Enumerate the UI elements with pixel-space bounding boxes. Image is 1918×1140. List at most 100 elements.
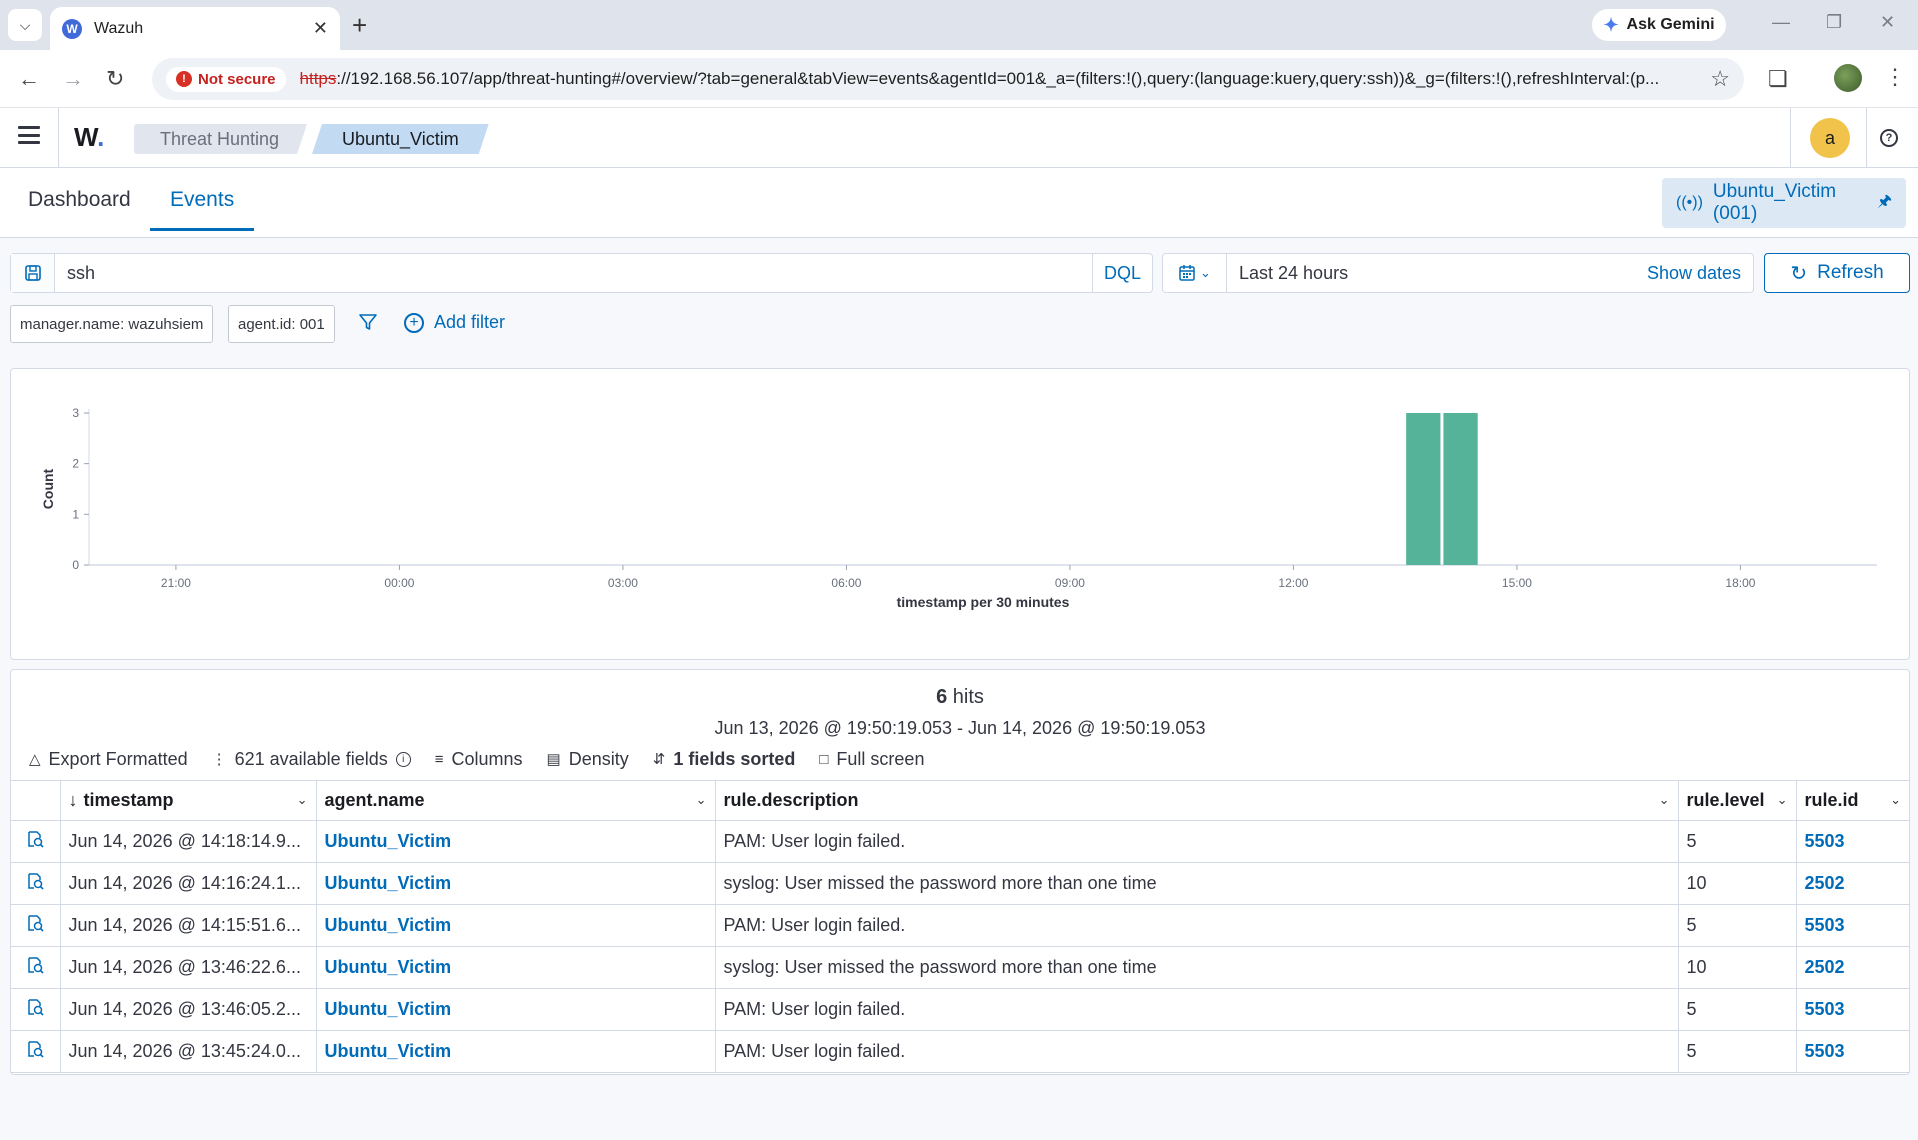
cell-agent-name-link[interactable]: Ubuntu_Victim — [316, 862, 716, 905]
y-tick-label: 0 — [72, 558, 79, 572]
forward-arrow-icon[interactable]: → — [62, 66, 84, 92]
cell-rule-id-link[interactable]: 5503 — [1796, 904, 1909, 947]
refresh-icon: ↻ — [1790, 262, 1808, 285]
tab-search-button[interactable]: ⌵ — [8, 9, 42, 41]
add-filter-button[interactable]: + Add filter — [404, 312, 505, 333]
refresh-button[interactable]: ↻ Refresh — [1764, 253, 1910, 293]
tab-dashboard[interactable]: Dashboard — [28, 188, 131, 228]
search-input[interactable]: ssh — [67, 263, 95, 284]
cell-agent-name-link[interactable]: Ubuntu_Victim — [316, 988, 716, 1031]
table-row[interactable]: Jun 14, 2026 @ 13:46:05.2... Ubuntu_Victi… — [11, 988, 1909, 1031]
inspect-document-button[interactable] — [11, 988, 61, 1031]
histogram-bar[interactable] — [1443, 413, 1478, 565]
wazuh-favicon-icon: W — [62, 18, 82, 39]
filter-pill-manager[interactable]: manager.name: wazuhsiem — [10, 305, 214, 343]
table-row[interactable]: Jun 14, 2026 @ 14:16:24.1... Ubuntu_Victi… — [11, 862, 1909, 905]
new-tab-plus-icon[interactable]: + — [352, 12, 367, 38]
omnibox[interactable]: ! Not secure https://192.168.56.107/app/… — [152, 58, 1744, 100]
table-row[interactable]: Jun 14, 2026 @ 13:45:24.0... Ubuntu_Victi… — [11, 1030, 1909, 1073]
inspect-document-button[interactable] — [11, 862, 61, 905]
full-screen-button[interactable]: □ Full screen — [819, 749, 924, 770]
time-range-label[interactable]: Last 24 hours — [1239, 263, 1348, 284]
extensions-puzzle-icon[interactable]: ❏ — [1768, 66, 1788, 92]
filter-funnel-icon[interactable] — [358, 312, 378, 338]
pin-icon[interactable]: 🖈 — [1877, 190, 1892, 217]
pinned-agent-button[interactable]: ((•)) Ubuntu_Victim (001) 🖈 — [1662, 178, 1906, 228]
full-screen-label: Full screen — [836, 748, 925, 769]
chevron-down-icon[interactable]: ⌄ — [297, 792, 308, 808]
chevron-down-icon[interactable]: ⌄ — [1777, 792, 1788, 808]
table-row[interactable]: Jun 14, 2026 @ 13:46:22.6... Ubuntu_Victi… — [11, 946, 1909, 989]
chevron-down-icon[interactable]: ⌄ — [696, 792, 707, 808]
cell-rule-id-link[interactable]: 2502 — [1796, 862, 1909, 905]
breadcrumb-agent[interactable]: Ubuntu_Victim — [312, 124, 489, 154]
cell-rule-id-link[interactable]: 5503 — [1796, 820, 1909, 863]
logo-text: W — [74, 122, 98, 152]
minimize-icon[interactable]: — — [1772, 12, 1790, 33]
close-icon[interactable]: ✕ — [313, 18, 328, 39]
chevron-down-icon[interactable]: ⌄ — [1890, 792, 1901, 808]
wazuh-logo[interactable]: W. — [74, 122, 104, 153]
header-timestamp[interactable]: ↓ timestamp ⌄ — [60, 780, 317, 821]
header-divider — [58, 108, 59, 168]
cell-agent-name-link[interactable]: Ubuntu_Victim — [316, 820, 716, 863]
breadcrumb-threat-hunting[interactable]: Threat Hunting — [134, 124, 307, 154]
cell-agent-name-link[interactable]: Ubuntu_Victim — [316, 904, 716, 947]
ask-gemini-button[interactable]: ✦ Ask Gemini — [1592, 9, 1726, 41]
tab-events[interactable]: Events — [150, 188, 255, 231]
inspect-document-button[interactable] — [11, 1030, 61, 1073]
density-label: Density — [568, 748, 629, 769]
inspect-document-button[interactable] — [11, 820, 61, 863]
tab-title: Wazuh — [94, 19, 144, 37]
export-formatted-button[interactable]: △ Export Formatted — [29, 749, 188, 770]
density-button[interactable]: ▤ Density — [547, 749, 629, 770]
hits-label: hits — [952, 686, 984, 708]
menu-hamburger-icon[interactable] — [18, 126, 40, 144]
cell-agent-name-link[interactable]: Ubuntu_Victim — [316, 1030, 716, 1073]
reload-icon[interactable]: ↻ — [106, 66, 124, 92]
window-close-icon[interactable]: ✕ — [1880, 12, 1895, 33]
user-avatar[interactable]: a — [1810, 118, 1850, 158]
bookmark-star-icon[interactable]: ☆ — [1710, 66, 1730, 92]
cell-rule-level: 5 — [1678, 1030, 1797, 1073]
back-arrow-icon[interactable]: ← — [18, 66, 40, 92]
header-agent-name[interactable]: agent.name ⌄ — [316, 780, 716, 821]
columns-button[interactable]: ≡ Columns — [435, 749, 523, 770]
sort-fields-button[interactable]: ⇵ 1 fields sorted — [653, 749, 796, 770]
available-fields-button[interactable]: ⋮ 621 available fields i — [212, 749, 411, 770]
cell-rule-id-link[interactable]: 5503 — [1796, 988, 1909, 1031]
info-icon[interactable]: i — [395, 751, 411, 767]
quick-menu-button[interactable]: ⌄ — [1163, 254, 1227, 292]
cell-rule-id-link[interactable]: 2502 — [1796, 946, 1909, 989]
cell-timestamp: Jun 14, 2026 @ 13:46:22.6... — [60, 946, 317, 989]
y-tick-label: 2 — [72, 457, 79, 471]
show-dates-button[interactable]: Show dates — [1647, 263, 1741, 284]
header-rule-level[interactable]: rule.level ⌄ — [1678, 780, 1797, 821]
browser-tab[interactable]: W Wazuh ✕ — [50, 7, 340, 50]
cell-agent-name-link[interactable]: Ubuntu_Victim — [316, 946, 716, 989]
inspect-document-button[interactable] — [11, 904, 61, 947]
url-text[interactable]: https://192.168.56.107/app/threat-huntin… — [300, 69, 1701, 89]
restore-icon[interactable]: ❐ — [1826, 12, 1842, 33]
more-vertical-icon[interactable]: ⋮ — [1884, 64, 1906, 90]
not-secure-chip[interactable]: ! Not secure — [166, 66, 286, 92]
x-axis-label: timestamp per 30 minutes — [897, 594, 1070, 610]
table-row[interactable]: Jun 14, 2026 @ 14:15:51.6... Ubuntu_Victi… — [11, 904, 1909, 947]
histogram-bar[interactable] — [1406, 413, 1441, 565]
help-icon[interactable]: ? — [1880, 129, 1898, 147]
saved-query-button[interactable] — [11, 254, 55, 292]
chevron-down-icon: ⌵ — [19, 16, 31, 33]
filter-pill-agent[interactable]: agent.id: 001 — [228, 305, 335, 343]
columns-label: Columns — [451, 748, 523, 769]
cell-rule-id-link[interactable]: 5503 — [1796, 1030, 1909, 1073]
header-rule-id[interactable]: rule.id ⌄ — [1796, 780, 1909, 821]
chevron-down-icon[interactable]: ⌄ — [1659, 792, 1670, 808]
inspect-document-button[interactable] — [11, 946, 61, 989]
header-rule-description[interactable]: rule.description ⌄ — [715, 780, 1679, 821]
profile-avatar[interactable] — [1834, 64, 1862, 92]
header-rule-description-label: rule.description — [723, 790, 859, 810]
table-row[interactable]: Jun 14, 2026 @ 14:18:14.9... Ubuntu_Victi… — [11, 820, 1909, 863]
available-fields-label: 621 available fields — [234, 748, 388, 769]
query-language-button[interactable]: DQL — [1092, 254, 1152, 292]
table-density-icon: ▤ — [546, 751, 561, 768]
